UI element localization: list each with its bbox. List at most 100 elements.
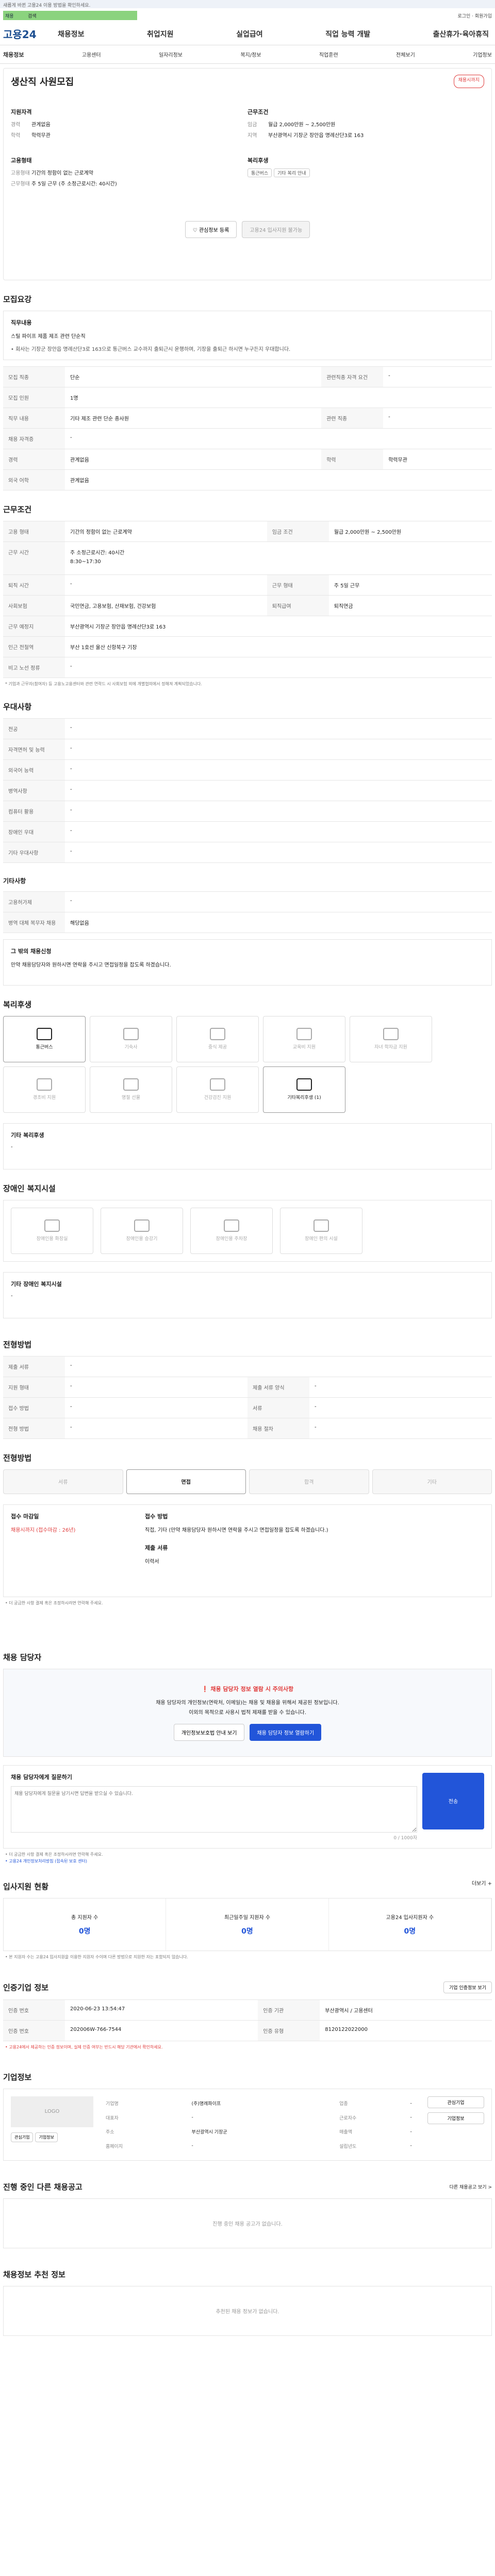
cell: - [65, 574, 267, 596]
search-input[interactable] [3, 11, 137, 20]
cell: - [65, 1397, 248, 1418]
benefit-grid: 통근버스 기숙사 중식 제공 교육비 지원 자녀 학자금 지원 경조비 지원 명… [3, 1015, 492, 1113]
edu-value: 학력무관 [31, 133, 51, 139]
cell: 근무 예정지 [3, 616, 65, 637]
search-prefix[interactable]: 채용 [5, 12, 14, 19]
cell: 단순 [65, 366, 322, 387]
lnb-item[interactable]: 채용정보 [3, 50, 24, 59]
cell: - [383, 408, 492, 429]
gnb-item[interactable]: 직업 능력 개발 [325, 29, 370, 39]
contact-box: ❗ 채용 담당자 정보 열람 시 주의사항 채용 담당자의 개인정보(연락처, … [3, 1668, 492, 1757]
contact-desc: 채용 담당자의 개인정보(연락처, 이메일)는 채용 및 채용을 위해서 제공된… [156, 1700, 339, 1706]
apply-info: 지원자격 경력 관계없음 학력 학력무관 [11, 108, 248, 142]
gnb-item[interactable]: 채용정보 [58, 29, 85, 39]
cell: - [410, 2100, 412, 2106]
cell: - [65, 1355, 492, 1377]
deadline-text: 채용시까지 (접수마감 : 26년) [11, 1527, 76, 1533]
lnb-item[interactable]: 일자리정보 [159, 50, 183, 58]
cell: 경력 [3, 449, 65, 470]
cell: 매출액 [339, 2130, 352, 2136]
cell: 8120122022000 [320, 2020, 492, 2042]
stat-item: 최근일주일 지원자 수 0명 [166, 1899, 329, 1951]
other-empty: 진행 중인 채용 공고가 없습니다. [3, 2198, 492, 2248]
save-interest-button[interactable]: ♡ 관심정보 등록 [185, 221, 237, 238]
lnb-item[interactable]: 고용센터 [82, 50, 101, 58]
privacy-link[interactable]: • 고용24 개인정보처리방침 (접속된 보호 센터) [5, 1858, 490, 1865]
cell: 관계없음 [65, 469, 492, 490]
stat-item: 총 지원자 수 0명 [4, 1899, 167, 1951]
cell: 근무 시간 [3, 541, 65, 575]
view-contact-button[interactable]: 채용 담당자 정보 열람하기 [250, 1723, 322, 1741]
cond-info: 근무조건 임금 월급 2,000만원 ~ 2,500만원 지역 부산광역시 기장군 … [248, 108, 484, 142]
cell: 2020-06-23 13:54:47 [65, 1999, 258, 2021]
contact-title: 채용 담당자 [3, 1652, 42, 1662]
main-nav: 고용24 채용정보 취업지원 실업급여 직업 능력 개발 출산휴가·육아휴직 [0, 23, 495, 45]
cell: 관련 직종 [321, 408, 384, 429]
step-item-active: 면접 [126, 1469, 246, 1494]
lnb-item[interactable]: 직업훈련 [319, 50, 338, 58]
cell: 인증 번호 [3, 1999, 65, 2021]
corp-interest-button[interactable]: 관심기업 [11, 2132, 34, 2142]
gnb-item[interactable]: 출산휴가·육아휴직 [433, 29, 489, 39]
selection-steps: 서류 면접 합격 기타 [3, 1469, 492, 1494]
cell: 채용 자격증 [3, 428, 65, 449]
holiday-icon [123, 1078, 139, 1091]
cell: 인증 기관 [258, 1999, 320, 2021]
gnb-item[interactable]: 취업지원 [147, 29, 174, 39]
education-icon [296, 1028, 312, 1041]
benefit-label: 경조비 지원 [32, 1095, 56, 1101]
benefit-item: 기숙사 [90, 1015, 172, 1062]
corp-side-interest[interactable]: 관심기업 [427, 2096, 484, 2108]
contact-warning-text: 채용 담당자 정보 열람 시 주의사항 [210, 1685, 294, 1692]
cell: 모집 직종 [3, 366, 65, 387]
login-link[interactable]: 로그인 · 회원가입 [457, 12, 492, 19]
stat-value: 0명 [404, 1927, 416, 1936]
cell: 업종 [339, 2102, 348, 2107]
stat-label: 최근일주일 지원자 수 [224, 1915, 271, 1921]
send-button[interactable]: 전송 [422, 1772, 484, 1829]
cell: - [191, 2115, 193, 2121]
save-interest-label: 관심정보 등록 [199, 228, 229, 233]
job-desc-note: • 회사는 기장군 장안읍 명례산단3로 163으로 통근버스 교수까지 출퇴근… [11, 347, 291, 352]
corp-side-actions: 관심기업 기업정보 [427, 2096, 484, 2153]
stat-label: 총 지원자 수 [71, 1915, 98, 1921]
disabled-etc-heading: 기타 장애인 복지시설 [11, 1280, 62, 1287]
cell: 직무 내용 [3, 408, 65, 429]
method-col: 접수 방법 직접, 기타 (만약 채용담당자 원하시면 연락을 주시고 면접일정… [145, 1512, 484, 1589]
lnb-item[interactable]: 복지/정보 [240, 50, 261, 58]
benefit-item: 명절 선물 [90, 1066, 172, 1113]
notice-bar: 새롭게 바뀐 고용24 이용 방법을 확인하세요. [0, 0, 495, 8]
company-cert-button[interactable]: 기업 인증정보 보기 [443, 1981, 492, 1994]
type-value: 기간의 정함이 없는 근로계약 [31, 171, 93, 176]
welfare-tag: 통근버스 [248, 168, 272, 177]
privacy-info-button[interactable]: 개인정보보호법 안내 보기 [173, 1723, 245, 1741]
step-item: 합격 [249, 1469, 369, 1494]
cell: - [309, 1397, 492, 1418]
selection-info-title: 전형방법 [3, 1340, 32, 1349]
lnb-item[interactable]: 전체보기 [396, 50, 415, 58]
stats-more-link[interactable]: 더보기 + [472, 1879, 492, 1887]
corp-side-info[interactable]: 기업정보 [427, 2112, 484, 2124]
cell: 고용 형태 [3, 521, 65, 542]
toilet-icon [44, 1219, 60, 1232]
corp-title: 기업정보 [3, 2072, 32, 2082]
cell: - [65, 821, 492, 842]
etc-text: 만약 채용담당자와 원하시면 연락을 주시고 면접일정을 잡도록 하겠습니다. [11, 962, 171, 968]
job-desc-box: 직무내용 스틸 파이프 제품 제조 관련 단순직 • 회사는 기장군 장안읍 명… [3, 311, 492, 360]
cell: 채용 절차 [248, 1417, 309, 1439]
hours-label: 근무형태 [11, 181, 30, 187]
job-desc-text: 스틸 파이프 제품 제조 관련 단순직 [11, 334, 86, 340]
lnb-item[interactable]: 기업정보 [473, 50, 492, 58]
question-input-wrap: 채용 담당자에게 질문하기 0 / 1000자 [11, 1773, 417, 1841]
cell: 퇴직급여 [267, 595, 329, 616]
etc-icon [296, 1078, 312, 1091]
corp-info-button[interactable]: 기업정보 [35, 2132, 58, 2142]
apply-button[interactable]: 고용24 입사지원 불가능 [242, 221, 310, 238]
other-more-link[interactable]: 다른 채용공고 보기 > [450, 2183, 492, 2190]
question-textarea[interactable] [11, 1786, 417, 1833]
cell: 근무 형태 [267, 574, 329, 596]
cell: 주 5일 근무 [328, 574, 492, 596]
cell: 월급 2,000만원 ~ 2,500만원 [328, 521, 492, 542]
gnb-item[interactable]: 실업급여 [236, 29, 263, 39]
logo[interactable]: 고용24 [3, 26, 55, 41]
